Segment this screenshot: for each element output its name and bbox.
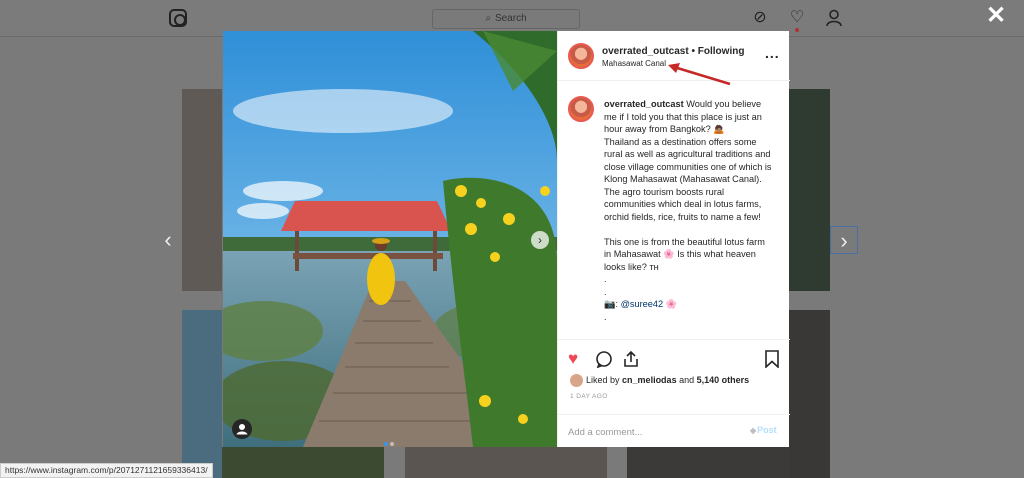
explore-compass-icon[interactable]: ⊘ xyxy=(751,9,769,27)
post-sidebar: overrated_outcast • Following Mahasawat … xyxy=(557,31,790,447)
carousel-dot xyxy=(390,442,394,446)
post-photo[interactable]: › xyxy=(223,31,557,447)
search-placeholder: Search xyxy=(494,13,527,24)
credit-suffix: 🌸 xyxy=(665,299,678,309)
caption-tail: . xyxy=(604,311,607,322)
background-grid-tile[interactable] xyxy=(405,447,607,478)
author-line: overrated_outcast • Following xyxy=(602,46,744,57)
more-options-icon[interactable]: ... xyxy=(765,45,780,61)
post-actions: ♥ Liked by cn_meliodas and 5,140 others … xyxy=(558,339,790,447)
comment-input[interactable] xyxy=(568,424,738,440)
previous-post-arrow-icon[interactable]: ‹ xyxy=(154,226,182,254)
caption-text-2: This one is from the beautiful lotus far… xyxy=(604,236,765,297)
caption-text: Would you believe me if I told you that … xyxy=(604,99,772,222)
location-link[interactable]: Mahasawat Canal xyxy=(602,59,666,68)
like-heart-icon[interactable]: ♥ xyxy=(568,350,578,368)
status-bar-url: https://www.instagram.com/p/207127112165… xyxy=(0,463,213,478)
background-grid-tile[interactable] xyxy=(182,89,222,291)
post-caption: overrated_outcast Would you believe me i… xyxy=(604,98,774,323)
photo-next-arrow-icon[interactable]: › xyxy=(531,231,549,249)
following-button[interactable]: Following xyxy=(698,46,745,57)
credit-prefix: 📷: xyxy=(604,299,618,309)
carousel-indicator xyxy=(383,433,395,447)
separator-dot: • xyxy=(691,46,695,57)
carousel-dot-active xyxy=(384,442,388,446)
add-comment-form: ◈Post xyxy=(558,414,790,448)
next-post-arrow-icon[interactable]: › xyxy=(830,226,858,254)
liked-by-and: and xyxy=(679,374,695,385)
post-label: Post xyxy=(757,425,777,435)
search-input[interactable]: ⌕ Search xyxy=(432,9,580,29)
background-grid-tile[interactable] xyxy=(222,447,384,478)
post-comment-button[interactable]: ◈Post xyxy=(750,425,777,435)
liked-by-line: Liked by cn_meliodas and 5,140 others xyxy=(570,374,749,387)
liker-avatar[interactable] xyxy=(570,374,583,387)
loading-spinner-icon: ◈ xyxy=(750,426,757,435)
activity-heart-icon[interactable]: ♡ xyxy=(788,9,806,27)
caption-username[interactable]: overrated_outcast xyxy=(604,99,684,109)
caption-author-avatar[interactable] xyxy=(568,96,594,122)
bookmark-icon[interactable] xyxy=(764,350,780,372)
comments-section[interactable]: overrated_outcast Would you believe me i… xyxy=(558,82,790,338)
background-grid-tile[interactable] xyxy=(182,310,222,478)
search-icon: ⌕ xyxy=(485,13,491,24)
credit-mention-link[interactable]: @suree42 xyxy=(621,299,664,309)
background-grid-tile[interactable] xyxy=(627,447,789,478)
tagged-user-icon[interactable] xyxy=(232,419,252,439)
liked-by-user[interactable]: cn_meliodas xyxy=(622,375,677,385)
post-modal: › overrated_outcast • Following Mahasawa… xyxy=(223,31,790,447)
post-timestamp[interactable]: 1 DAY AGO xyxy=(570,393,608,400)
background-grid-tile[interactable] xyxy=(789,310,830,478)
instagram-logo-icon[interactable] xyxy=(169,9,187,27)
author-username[interactable]: overrated_outcast xyxy=(602,46,689,57)
comment-icon[interactable] xyxy=(595,350,613,372)
notification-dot xyxy=(795,28,799,32)
annotation-arrow-icon xyxy=(668,63,731,86)
background-grid-tile[interactable] xyxy=(789,89,830,291)
author-avatar[interactable] xyxy=(568,43,594,69)
profile-icon[interactable] xyxy=(825,9,843,27)
share-icon[interactable] xyxy=(622,350,640,372)
liked-by-count[interactable]: 5,140 others xyxy=(697,375,750,385)
close-modal-button[interactable]: ✕ xyxy=(985,4,1007,28)
liked-by-prefix: Liked by xyxy=(586,374,620,385)
